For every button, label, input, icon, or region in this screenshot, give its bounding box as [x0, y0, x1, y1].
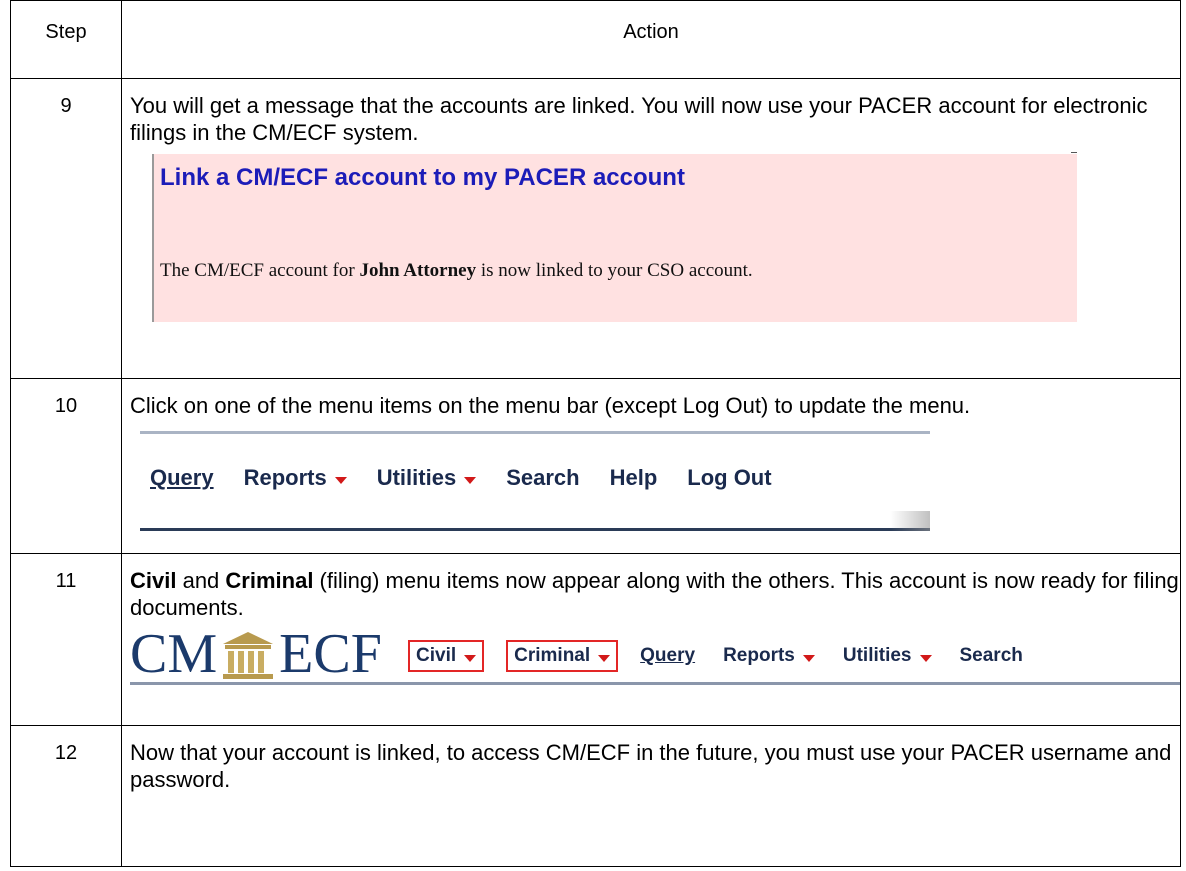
- step-instruction: Now that your account is linked, to acce…: [130, 740, 1172, 792]
- divider: [140, 431, 930, 434]
- step-number: 10: [54, 395, 78, 417]
- menu-reports[interactable]: Reports: [723, 645, 815, 667]
- courthouse-icon: [223, 632, 274, 679]
- chevron-down-icon: [464, 476, 477, 484]
- step-number: 11: [55, 570, 77, 592]
- table-row: 12 Now that your account is linked, to a…: [10, 725, 1181, 867]
- divider: [1071, 152, 1077, 153]
- chevron-down-icon: [802, 654, 815, 662]
- chevron-down-icon: [598, 654, 611, 662]
- menu-help[interactable]: Help: [610, 465, 658, 491]
- menu-utilities[interactable]: Utilities: [843, 645, 932, 667]
- menu-log-out[interactable]: Log Out: [687, 465, 771, 491]
- step-instruction: You will get a message that the accounts…: [130, 93, 1148, 145]
- chevron-down-icon: [334, 476, 347, 484]
- panel-title: Link a CM/ECF account to my PACER accoun…: [160, 164, 685, 191]
- instructions-table: Step Action 9 You will get a message tha…: [10, 0, 1181, 867]
- step-number: 9: [60, 95, 72, 117]
- link-confirmation-panel: Link a CM/ECF account to my PACER accoun…: [152, 152, 1077, 322]
- action-cell: Now that your account is linked, to acce…: [121, 725, 1181, 867]
- step-cell: 11: [10, 553, 122, 726]
- step-instruction: Click on one of the menu items on the me…: [130, 393, 971, 418]
- step-instruction: Civil and Criminal (filing) menu items n…: [130, 568, 1179, 620]
- attorney-name: John Attorney: [359, 260, 477, 281]
- menu-search[interactable]: Search: [506, 465, 579, 491]
- divider: [130, 682, 1180, 685]
- message-text: The CM/ECF account for: [160, 260, 360, 281]
- menu-search[interactable]: Search: [960, 645, 1023, 667]
- action-cell: Civil and Criminal (filing) menu items n…: [121, 553, 1181, 726]
- header-step: Step: [45, 21, 87, 43]
- chevron-down-icon: [464, 654, 477, 662]
- menu-reports[interactable]: Reports: [244, 465, 347, 491]
- header-action-cell: Action: [121, 0, 1181, 79]
- step-cell: 10: [10, 378, 122, 554]
- action-cell: Click on one of the menu items on the me…: [121, 378, 1181, 554]
- pacer-menu-bar: Query Reports Utilities Search Help Log …: [140, 431, 930, 533]
- table-row: 10 Click on one of the menu items on the…: [10, 378, 1181, 554]
- header-action: Action: [623, 21, 679, 43]
- step-cell: 9: [10, 78, 122, 379]
- action-cell: You will get a message that the accounts…: [121, 78, 1181, 379]
- step-cell: 12: [10, 725, 122, 867]
- menu-utilities[interactable]: Utilities: [377, 465, 477, 491]
- menu-query[interactable]: Query: [150, 465, 214, 491]
- step-number: 12: [54, 742, 78, 764]
- menu-civil[interactable]: Civil: [408, 640, 485, 672]
- chevron-down-icon: [919, 654, 932, 662]
- menu-query[interactable]: Query: [640, 645, 695, 667]
- divider: [140, 528, 930, 531]
- message-text-end: is now linked to your CSO account.: [476, 260, 753, 281]
- menu-criminal[interactable]: Criminal: [506, 640, 619, 672]
- table-row: 9 You will get a message that the accoun…: [10, 78, 1181, 379]
- table-row: 11 Civil and Criminal (filing) menu item…: [10, 553, 1181, 726]
- cmecf-menu-bar: CM ECF Civil Criminal Query Reports Util…: [130, 623, 1180, 685]
- header-step-cell: Step: [10, 0, 122, 79]
- header-row: Step Action: [10, 0, 1181, 79]
- panel-message: The CM/ECF account for John Attorney is …: [160, 260, 753, 282]
- cmecf-logo: CM ECF: [130, 623, 382, 685]
